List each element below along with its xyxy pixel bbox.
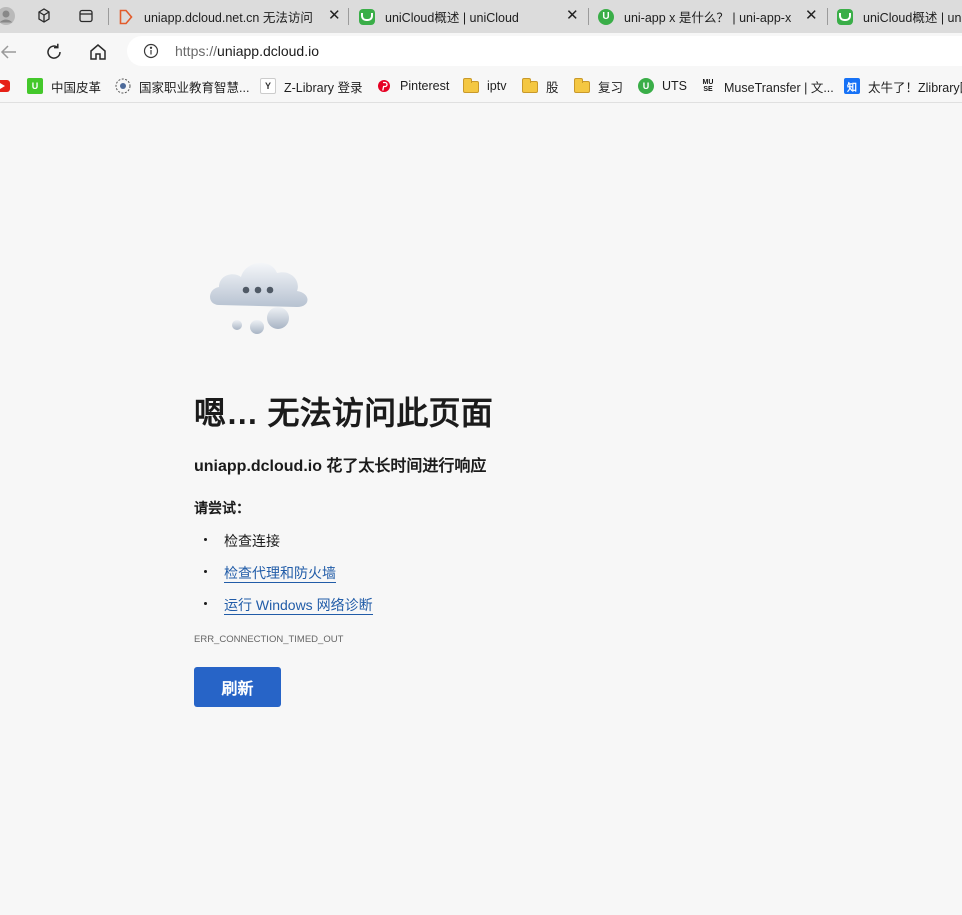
suggestion-text: 检查连接 <box>224 533 280 549</box>
favorite-folder-review[interactable]: 复习 <box>574 77 623 95</box>
workspaces-icon[interactable] <box>34 6 54 26</box>
zhihu-icon: 知 <box>844 78 860 94</box>
favorite-folder-stocks[interactable]: 股 <box>522 77 559 95</box>
favorites-bar: U 中国皮革 国家职业教育智慧... Y Z-Library 登录 Pinter… <box>0 71 962 103</box>
favorite-label: Pinterest <box>400 79 450 93</box>
favorite-zlibrary[interactable]: Y Z-Library 登录 <box>260 77 362 95</box>
favorite-musetransfer[interactable]: MU SE MuseTransfer | 文... <box>700 77 834 95</box>
favorite-uts[interactable]: U UTS <box>638 77 687 95</box>
favorite-label: 中国皮革 <box>51 80 102 95</box>
favorite-leather[interactable]: U 中国皮革 <box>27 77 101 95</box>
tab-title: uniCloud概述 | uniCloud <box>863 11 962 25</box>
cloud-thinking-icon <box>203 253 313 337</box>
favorite-folder-iptv[interactable]: iptv <box>463 77 506 95</box>
close-icon[interactable]: ✕ <box>328 7 341 25</box>
favorite-label: 国家职业教育智慧... <box>139 80 250 95</box>
url-protocol: https:// <box>175 43 218 59</box>
favorite-label: 太牛了！Zlibrary国 <box>868 80 962 95</box>
green-u-icon: U <box>27 78 43 94</box>
favorite-zhihu[interactable]: 知 太牛了！Zlibrary国 <box>844 77 962 95</box>
tab-title: uniCloud概述 | uniCloud <box>385 11 519 25</box>
folder-icon <box>522 78 538 94</box>
bullet <box>204 570 207 573</box>
zlibrary-icon: Y <box>260 78 276 94</box>
broken-page-icon <box>118 9 134 25</box>
try-label: 请尝试： <box>194 500 250 516</box>
youtube-icon <box>0 78 10 94</box>
profile-avatar-icon[interactable] <box>0 6 16 26</box>
favorite-youtube[interactable] <box>0 77 18 95</box>
error-code: ERR_CONNECTION_TIMED_OUT <box>194 634 344 645</box>
tab-actions-icon[interactable] <box>76 6 96 26</box>
favorite-label: UTS <box>662 79 687 93</box>
network-diagnostics-link[interactable]: 运行 Windows 网络诊断 <box>224 597 373 615</box>
tab-title: uniapp.dcloud.net.cn 无法访问 - <box>144 11 316 25</box>
bullet <box>204 538 207 541</box>
uniapp-icon: U <box>598 8 614 25</box>
crest-icon <box>115 78 131 94</box>
favorite-label: 复习 <box>598 80 624 95</box>
address-bar[interactable]: https://uniapp.dcloud.io <box>127 36 962 66</box>
muse-icon: MU SE <box>702 79 714 93</box>
favorite-label: Z-Library 登录 <box>284 80 363 95</box>
favorite-pinterest[interactable]: Pinterest <box>376 77 449 95</box>
close-icon[interactable]: ✕ <box>805 7 818 25</box>
favorite-label: iptv <box>487 79 507 93</box>
tab-title: uni-app x 是什么？ | uni-app-x <box>624 11 792 25</box>
error-heading: 嗯… 无法访问此页面 <box>194 395 493 431</box>
folder-icon <box>463 78 479 94</box>
refresh-icon[interactable] <box>43 41 65 63</box>
check-proxy-firewall-link[interactable]: 检查代理和防火墙 <box>224 565 336 583</box>
refresh-button[interactable]: 刷新 <box>194 667 281 707</box>
bullet <box>204 602 207 605</box>
url-host: uniapp.dcloud.io <box>217 43 320 59</box>
error-page: 嗯… 无法访问此页面 uniapp.dcloud.io 花了太长时间进行响应 请… <box>0 103 962 915</box>
back-icon[interactable] <box>0 41 20 63</box>
error-subheading: uniapp.dcloud.io 花了太长时间进行响应 <box>194 458 487 475</box>
address-text: https://uniapp.dcloud.io <box>175 43 319 59</box>
tab-strip: uniapp.dcloud.net.cn 无法访问 - ✕ uniCloud概述… <box>0 0 962 33</box>
tab-unicloud-overview-2[interactable]: uniCloud概述 | uniCloud <box>837 0 962 33</box>
pinterest-icon <box>376 78 392 94</box>
favorite-vocational[interactable]: 国家职业教育智慧... <box>115 77 249 95</box>
unicloud-icon <box>837 8 853 25</box>
uniapp-icon: U <box>638 78 654 94</box>
navigation-bar: https://uniapp.dcloud.io <box>0 33 962 71</box>
tab-unicloud-overview[interactable]: uniCloud概述 | uniCloud ✕ <box>359 0 585 33</box>
tab-uni-app-x[interactable]: U uni-app x 是什么？ | uni-app-x ✕ <box>598 0 824 33</box>
folder-icon <box>574 78 590 94</box>
site-info-icon[interactable] <box>143 43 159 59</box>
home-icon[interactable] <box>87 41 109 63</box>
favorite-label: MuseTransfer | 文... <box>724 80 834 95</box>
favorite-label: 股 <box>546 80 559 95</box>
unicloud-icon <box>359 8 375 25</box>
close-icon[interactable]: ✕ <box>566 7 579 25</box>
tab-uniapp-dcloud-net[interactable]: uniapp.dcloud.net.cn 无法访问 - ✕ <box>118 0 344 33</box>
